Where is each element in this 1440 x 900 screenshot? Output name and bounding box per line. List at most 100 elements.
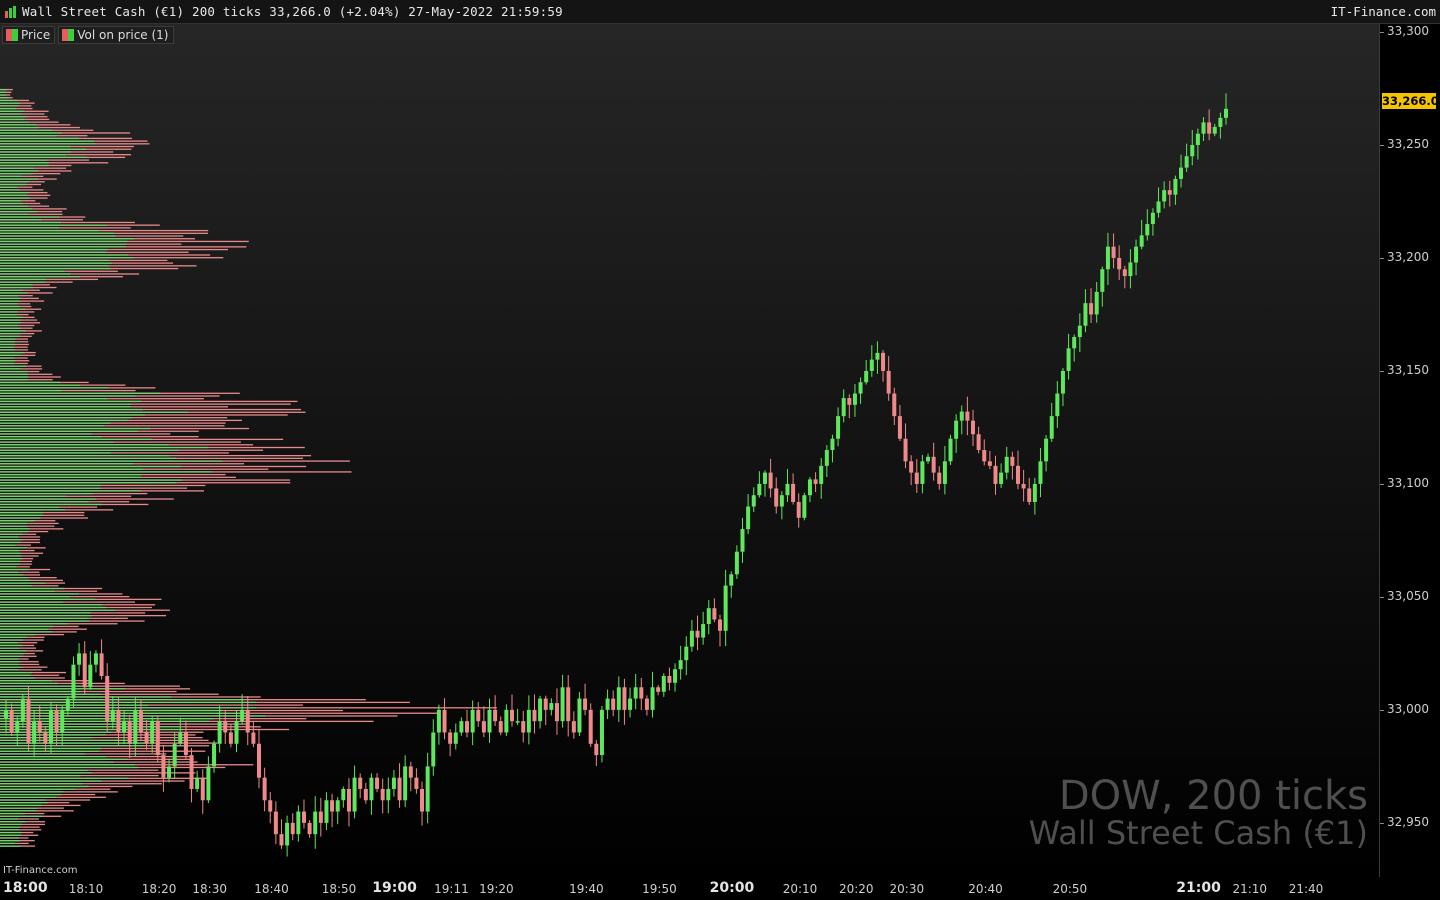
volume-bar-buy [0, 286, 34, 289]
candle-up [746, 506, 751, 530]
candle-down [1167, 190, 1172, 195]
candle-down [37, 721, 42, 733]
volume-bar-buy [0, 617, 89, 619]
candle-down [498, 721, 503, 733]
volume-bar-buy [0, 124, 37, 126]
volume-bar-buy [0, 384, 80, 386]
candle-up [1128, 262, 1133, 277]
candle-down [1207, 122, 1212, 134]
legend-item-volume[interactable]: Vol on price (1) [58, 26, 174, 44]
candle-up [673, 669, 678, 683]
candle-down [937, 472, 942, 484]
x-tick-label: 19:20 [479, 882, 514, 896]
candle-up [701, 624, 706, 638]
volume-bar-buy [0, 178, 39, 180]
candle-up [60, 709, 65, 733]
volume-bar-buy [0, 324, 18, 327]
volume-bar-buy [0, 612, 91, 614]
candle-up [1072, 337, 1077, 349]
candle-up [852, 393, 857, 405]
volume-bar-buy [0, 793, 62, 796]
x-tick-label-major: 19:00 [372, 880, 417, 896]
volume-bar-buy [0, 170, 39, 172]
volume-bar-buy [0, 501, 89, 503]
volume-bar-buy [0, 200, 21, 202]
candle-up [1066, 348, 1071, 371]
candle-down [566, 687, 571, 722]
candle-up [240, 709, 245, 722]
volume-bar-buy [0, 788, 76, 790]
volume-bar-buy [0, 102, 20, 104]
candle-up [779, 495, 784, 507]
volume-bar-buy [0, 525, 28, 527]
volume-bar-buy [0, 699, 245, 701]
candle-down [43, 732, 48, 744]
volume-bar-buy [0, 213, 29, 215]
volume-bar-buy [0, 376, 29, 378]
candle-up [285, 822, 290, 846]
candle-up [959, 411, 964, 421]
volume-bar-buy [0, 189, 20, 191]
x-tick-label: 20:50 [1052, 882, 1088, 896]
volume-bar-buy [0, 761, 114, 763]
volume-bar-buy [0, 696, 172, 698]
volume-bar-buy [0, 799, 46, 801]
candle-up [313, 811, 318, 835]
chart-canvas[interactable] [0, 24, 1380, 877]
candle-down [881, 352, 886, 371]
volume-bar-buy [0, 536, 19, 538]
volume-bar-buy [0, 186, 18, 188]
volume-bar-buy [0, 571, 18, 573]
volume-bar-buy [0, 636, 27, 638]
volume-bar-buy [0, 276, 80, 278]
candle-down [273, 811, 278, 835]
candle-up [819, 465, 824, 484]
volume-bar-buy [0, 495, 66, 497]
volume-bar-buy [0, 785, 89, 788]
candle-up [172, 743, 177, 767]
candle-up [689, 630, 694, 647]
candle-up [661, 675, 666, 692]
x-tick-label: 20:10 [782, 882, 818, 896]
volume-bar-buy [0, 823, 22, 826]
x-axis[interactable]: 18:00 18:10 18:20 18:30 18:40 18:50 19:00 19:11… [0, 877, 1440, 900]
candle-down [105, 675, 110, 722]
candle-down [695, 630, 700, 638]
legend-item-price[interactable]: Price [2, 26, 56, 44]
volume-bar-buy [0, 113, 22, 115]
candle-up [628, 698, 633, 710]
candle-down [307, 822, 312, 835]
candle-up [88, 664, 93, 688]
y-axis[interactable]: 33,300 33,250 33,200 33,150 33,100 33,050 33,0… [1380, 24, 1440, 877]
volume-bar-buy [0, 840, 21, 842]
volume-bar-buy [0, 154, 66, 156]
brand-link-top[interactable]: IT-Finance.com [1331, 4, 1436, 19]
volume-bar-buy [0, 246, 126, 248]
x-tick-label: 19:50 [642, 882, 677, 896]
candle-down [791, 483, 796, 502]
volume-bar-buy [0, 295, 19, 297]
candle-up [948, 438, 953, 462]
volume-bar-buy [0, 400, 142, 403]
candle-down [251, 732, 256, 744]
candle-down [397, 777, 402, 801]
volume-bar-buy [0, 427, 151, 430]
volume-bar-buy [0, 219, 42, 221]
volume-bar-buy [0, 216, 60, 218]
volume-bar-buy [0, 468, 144, 470]
x-tick-label-major: 21:00 [1176, 880, 1221, 896]
candle-up [1162, 190, 1167, 202]
candle-up [605, 698, 610, 710]
candle-up [1179, 167, 1184, 179]
volume-bar-buy [0, 346, 14, 348]
candle-up [335, 800, 340, 812]
volume-bar-buy [0, 414, 145, 416]
volume-bar-buy [0, 297, 21, 300]
volume-bar-buy [0, 232, 115, 234]
candle-down [965, 411, 970, 421]
candle-up [1077, 325, 1082, 338]
volume-bar-buy [0, 669, 19, 671]
candle-down [256, 743, 261, 778]
volume-bar-buy [0, 720, 210, 723]
candle-up [77, 653, 82, 665]
